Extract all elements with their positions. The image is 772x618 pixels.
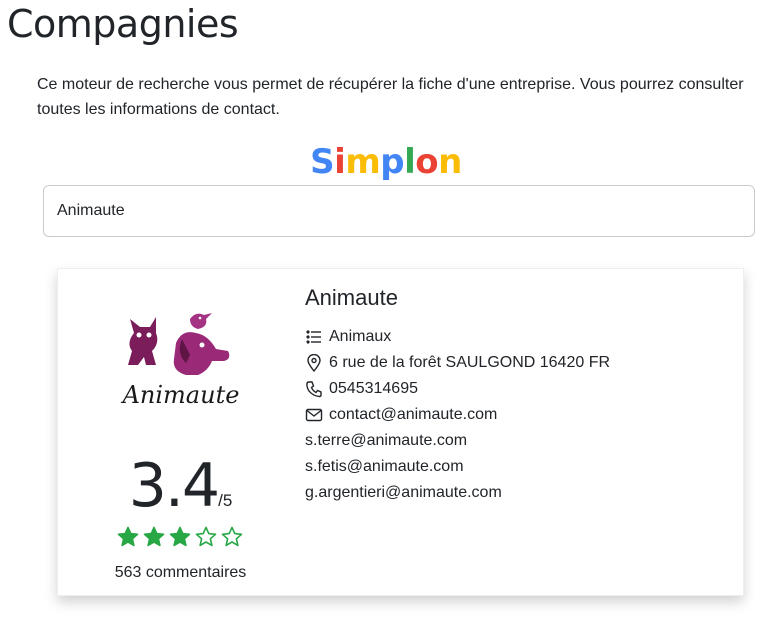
rating: 3.4/5	[58, 451, 303, 521]
extra-email-row: s.fetis@animaute.com	[305, 456, 464, 478]
logo-letter: o	[415, 142, 439, 182]
logo-letter: l	[404, 142, 416, 182]
category-label: Animaux	[329, 328, 392, 345]
star-filled-icon	[169, 526, 191, 547]
logo-letter: m	[345, 142, 381, 182]
intro-text: Ce moteur de recherche vous permet de ré…	[37, 76, 744, 118]
logo-letter: p	[380, 142, 405, 182]
rating-value: 3.4	[128, 451, 220, 521]
star-filled-icon	[143, 526, 165, 547]
email-link[interactable]: g.argentieri@animaute.com	[305, 484, 502, 502]
company-logo-text: Animaute	[121, 381, 240, 409]
logo-letter: n	[438, 142, 462, 182]
rating-scale: /5	[218, 491, 233, 510]
company-name: Animaute	[305, 285, 398, 310]
email-link[interactable]: contact@animaute.com	[329, 406, 497, 424]
email-link[interactable]: s.terre@animaute.com	[305, 432, 467, 450]
logo-letter: i	[334, 142, 346, 182]
email-link[interactable]: s.fetis@animaute.com	[305, 458, 464, 476]
search-input[interactable]	[43, 185, 755, 237]
reviews-count: 563 commentaires	[114, 564, 247, 581]
phone-text: 0545314695	[329, 380, 418, 397]
page-title: Compagnies	[7, 2, 239, 46]
extra-email-row: g.argentieri@animaute.com	[305, 482, 502, 504]
email-row: contact@animaute.com	[305, 404, 497, 426]
star-filled-icon	[117, 526, 139, 547]
star-empty-icon	[195, 526, 217, 547]
phone-row: 0545314695	[305, 378, 418, 400]
category-row: Animaux	[305, 326, 391, 348]
address-text: 6 rue de la forêt SAULGOND 16420 FR	[329, 354, 611, 371]
address-row: 6 rue de la forêt SAULGOND 16420 FR	[305, 352, 610, 374]
star-rating	[117, 526, 247, 550]
map-pin-icon	[307, 354, 321, 372]
list-icon	[306, 330, 321, 344]
star-empty-icon	[221, 526, 243, 547]
company-logo: Animaute	[121, 313, 240, 409]
extra-email-row: s.terre@animaute.com	[305, 430, 467, 452]
logo-letter: S	[310, 142, 335, 182]
phone-icon	[306, 381, 322, 398]
company-card: Animaute 3.4/5 563 commentaires Animaute…	[57, 268, 744, 596]
envelope-icon	[305, 408, 323, 422]
simplon-logo: Simplon	[0, 142, 772, 182]
